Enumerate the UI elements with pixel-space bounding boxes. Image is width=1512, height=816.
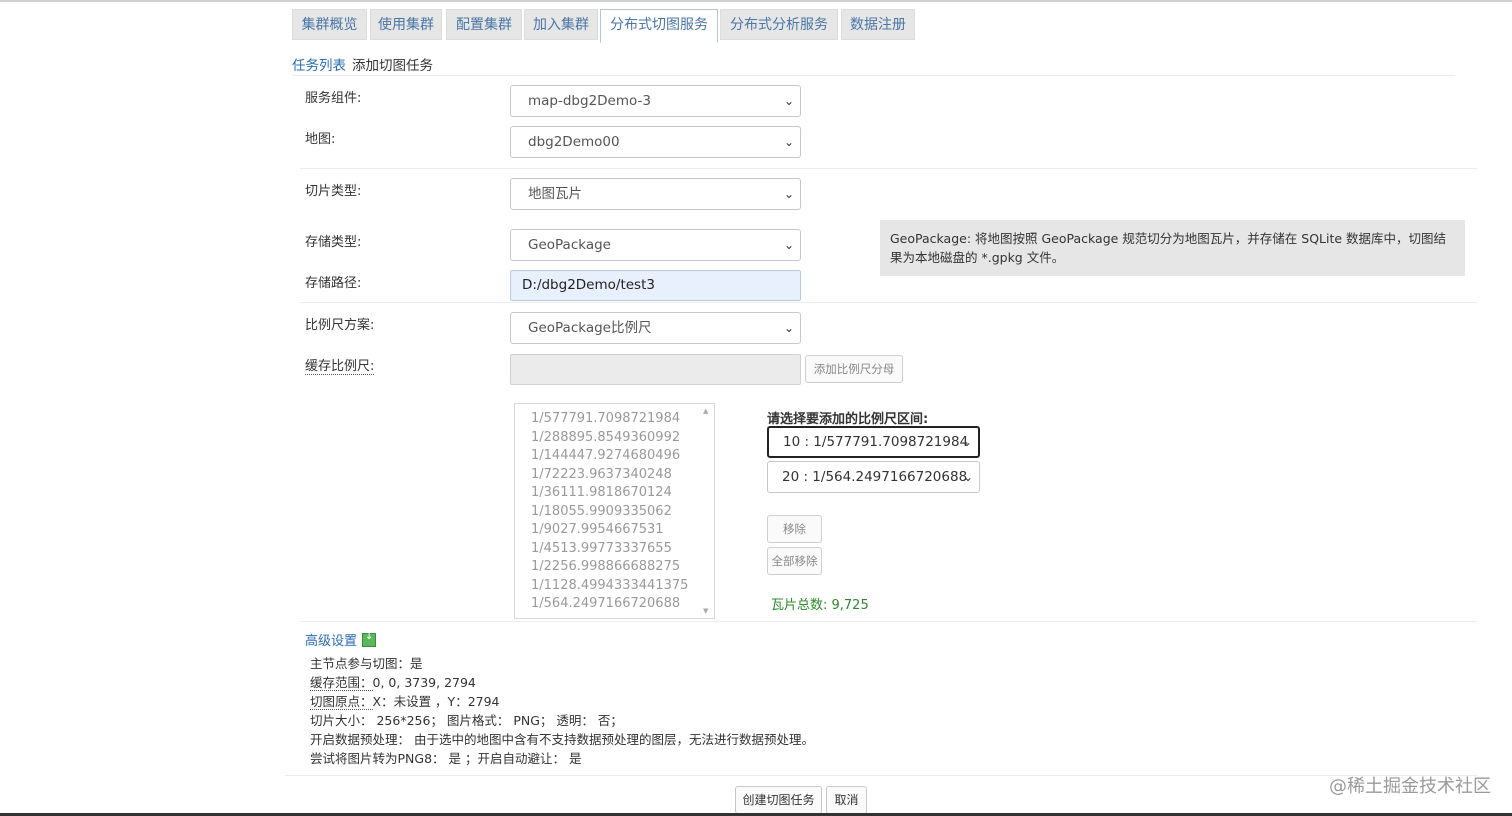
chevron-down-icon: ⌄: [783, 94, 794, 108]
list-item[interactable]: 1/1128.4994333441375: [515, 577, 714, 596]
service-component-value: map-dbg2Demo-3: [528, 93, 651, 109]
storage-type-select[interactable]: GeoPackage ⌄: [510, 229, 801, 261]
summary-master-node: 主节点参与切图：是: [310, 656, 423, 671]
cache-scale-label: 缓存比例尺:: [305, 355, 375, 375]
advanced-settings-label: 高级设置: [305, 634, 358, 649]
storage-info-box: GeoPackage: 将地图按照 GeoPackage 规范切分为地图瓦片，并…: [880, 220, 1465, 276]
tile-type-label: 切片类型:: [305, 184, 362, 199]
range-from-select[interactable]: 10 : 1/577791.7098721984 ⌄: [767, 426, 980, 458]
cache-bounds-label: 缓存范围：: [310, 675, 373, 691]
storage-path-input[interactable]: D:/dbg2Demo/test3: [510, 270, 801, 301]
tab-data-registration[interactable]: 数据注册: [841, 9, 915, 40]
origin-label: 切图原点：: [310, 694, 373, 710]
summary-preprocessing: 开启数据预处理： 由于选中的地图中含有不支持数据预处理的图层，无法进行数据预处理…: [310, 732, 814, 747]
map-value: dbg2Demo00: [528, 134, 620, 150]
map-select[interactable]: dbg2Demo00 ⌄: [510, 126, 801, 158]
scroll-up-icon[interactable]: ▲: [703, 407, 708, 415]
chevron-down-icon: ⌄: [783, 187, 794, 201]
list-item[interactable]: 1/9027.9954667531: [515, 521, 714, 540]
list-item[interactable]: 1/288895.8549360992: [515, 429, 714, 448]
scale-scheme-select[interactable]: GeoPackage比例尺 ⌄: [510, 312, 801, 344]
storage-path-label: 存储路径:: [305, 276, 362, 291]
scale-scheme-label: 比例尺方案:: [305, 318, 375, 333]
range-to-value: 20 : 1/564.2497166720688: [782, 469, 968, 485]
chevron-down-icon: ⌄: [962, 470, 973, 484]
list-item[interactable]: 1/36111.9818670124: [515, 484, 714, 503]
scale-scheme-value: GeoPackage比例尺: [528, 320, 652, 336]
tab-config-cluster[interactable]: 配置集群: [446, 9, 522, 40]
tab-cluster-overview[interactable]: 集群概览: [292, 9, 367, 40]
range-title: 请选择要添加的比例尺区间:: [767, 412, 929, 427]
cache-bounds-value: 0, 0, 3739, 2794: [372, 675, 476, 690]
storage-type-label: 存储类型:: [305, 235, 362, 250]
tab-use-cluster[interactable]: 使用集群: [370, 9, 442, 40]
list-item[interactable]: 1/564.2497166720688: [515, 595, 714, 614]
breadcrumb: 任务列表 添加切图任务: [292, 54, 433, 74]
advanced-summary: 主节点参与切图：是 缓存范围：0, 0, 3739, 2794 切图原点：X：未…: [310, 654, 814, 768]
chevron-down-icon: ⌄: [783, 238, 794, 252]
divider: [285, 775, 1477, 776]
summary-png8: 尝试将图片转为PNG8： 是 ；开启自动避让： 是: [310, 751, 582, 766]
chevron-down-icon: ⌄: [961, 435, 972, 449]
list-item[interactable]: 1/4513.99773337655: [515, 540, 714, 559]
range-from-value: 10 : 1/577791.7098721984: [783, 434, 969, 450]
list-item[interactable]: 1/577791.7098721984: [515, 410, 714, 429]
divider: [300, 621, 1477, 622]
service-component-select[interactable]: map-dbg2Demo-3 ⌄: [510, 85, 801, 117]
cache-scale-input: [510, 354, 801, 385]
advanced-settings-toggle[interactable]: 高级设置: [305, 630, 377, 649]
breadcrumb-current: 添加切图任务: [352, 58, 433, 74]
list-item[interactable]: 1/2256.998866688275: [515, 558, 714, 577]
top-border: [0, 0, 1512, 2]
divider: [300, 302, 1477, 303]
tile-total: 瓦片总数: 9,725: [771, 598, 869, 613]
scrollbar[interactable]: ▲ ▼: [700, 404, 714, 618]
storage-type-value: GeoPackage: [528, 237, 611, 253]
tab-distributed-tiling[interactable]: 分布式切图服务: [600, 9, 718, 43]
remove-all-button[interactable]: 全部移除: [767, 547, 822, 575]
create-tiling-task-button[interactable]: 创建切图任务: [735, 786, 822, 814]
chevron-down-icon: ⌄: [783, 321, 794, 335]
service-component-label: 服务组件:: [305, 91, 362, 106]
scale-list-items: 1/577791.7098721984 1/288895.8549360992 …: [515, 404, 714, 614]
list-item[interactable]: 1/72223.9637340248: [515, 466, 714, 485]
add-scale-denominator-button[interactable]: 添加比例尺分母: [805, 355, 903, 383]
cancel-button[interactable]: 取消: [826, 786, 867, 814]
scroll-down-icon[interactable]: ▼: [703, 607, 708, 615]
range-to-select[interactable]: 20 : 1/564.2497166720688 ⌄: [767, 461, 980, 493]
summary-origin: 切图原点：X：未设置 ，Y：2794: [310, 692, 814, 711]
tile-type-value: 地图瓦片: [528, 186, 582, 202]
watermark: @稀土掘金技术社区: [1329, 776, 1491, 797]
breadcrumb-task-list-link[interactable]: 任务列表: [292, 58, 346, 74]
origin-value: X：未设置 ，Y：2794: [372, 694, 500, 709]
tab-distributed-analysis[interactable]: 分布式分析服务: [720, 9, 838, 40]
chevron-down-icon: ⌄: [783, 135, 794, 149]
tab-join-cluster[interactable]: 加入集群: [524, 9, 598, 40]
list-item[interactable]: 1/144447.9274680496: [515, 447, 714, 466]
remove-button[interactable]: 移除: [767, 515, 822, 543]
list-item[interactable]: 1/18055.9909335062: [515, 503, 714, 522]
map-label: 地图:: [305, 132, 336, 147]
download-arrow-icon[interactable]: [362, 631, 377, 647]
summary-tile-format: 切片大小： 256*256； 图片格式： PNG； 透明： 否；: [310, 713, 623, 728]
summary-cache-bounds: 缓存范围：0, 0, 3739, 2794: [310, 673, 814, 692]
divider: [300, 168, 1477, 169]
scale-list[interactable]: 1/577791.7098721984 1/288895.8549360992 …: [514, 403, 715, 619]
tile-type-select[interactable]: 地图瓦片 ⌄: [510, 178, 801, 210]
divider: [292, 75, 1455, 76]
